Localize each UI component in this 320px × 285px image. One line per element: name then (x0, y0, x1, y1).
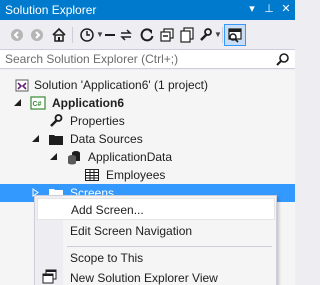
toolbar-separator (72, 27, 73, 43)
tree-node-label: Properties (70, 114, 125, 128)
expanded-arrow-icon[interactable] (31, 134, 40, 143)
pin-button[interactable]: ⊥ (261, 1, 277, 18)
forward-icon (31, 29, 43, 41)
refresh-icon (140, 28, 154, 42)
tree-node-label: Data Sources (70, 132, 143, 146)
menu-item-label: Scope to This (70, 251, 144, 265)
back-button[interactable] (8, 26, 26, 44)
tree-node-data-sources[interactable]: Data Sources (0, 130, 295, 148)
solution-icon (15, 79, 29, 92)
sync-arrows-icon (120, 29, 132, 41)
menu-item-label: Add Screen... (71, 203, 144, 217)
tree-node-application6[interactable]: C# Application6 (0, 94, 295, 112)
wrench-icon (50, 114, 63, 127)
pending-changes-filter-button[interactable] (78, 26, 96, 44)
menu-item-edit-screen-navigation[interactable]: Edit Screen Navigation (37, 220, 275, 242)
properties-button[interactable] (196, 26, 214, 44)
preview-selected-items-button[interactable] (224, 24, 246, 46)
menu-item-label: New Solution Explorer View (70, 271, 218, 285)
wrench-icon (200, 28, 212, 41)
tree-node-solution[interactable]: Solution 'Application6' (1 project) (0, 76, 295, 94)
home-icon (52, 27, 66, 42)
menu-item-label: Edit Screen Navigation (70, 224, 193, 238)
chevron-down-icon[interactable]: ▼ (214, 28, 222, 42)
folder-icon (49, 135, 63, 145)
search-box[interactable] (0, 49, 295, 69)
toolbar-separator (222, 27, 223, 43)
close-button[interactable]: ✕ (278, 1, 294, 18)
expanded-arrow-icon[interactable] (13, 98, 22, 107)
search-input[interactable] (0, 50, 270, 68)
tree-node-label: ApplicationData (88, 150, 173, 164)
refresh-button[interactable] (138, 26, 156, 44)
sync-button[interactable] (117, 26, 135, 44)
tree-node-label: Employees (106, 168, 166, 182)
svg-text:C#: C# (33, 101, 42, 108)
back-icon (11, 29, 23, 41)
csharp-project-icon: C# (30, 96, 46, 110)
stacked-windows-icon (160, 28, 174, 42)
tree-node-employees[interactable]: Employees (0, 166, 295, 184)
tree-node-label: Application6 (52, 96, 125, 110)
menu-item-new-solution-explorer-view[interactable]: New Solution Explorer View (37, 266, 275, 285)
dash-icon (105, 34, 115, 36)
tree-node-applicationdata[interactable]: ApplicationData (0, 148, 295, 166)
tree-node-properties[interactable]: Properties (0, 112, 295, 130)
menu-item-scope-to-this[interactable]: Scope to This (37, 244, 275, 266)
window-title: Solution Explorer (5, 3, 97, 17)
clock-icon (80, 28, 94, 42)
new-view-icon (42, 269, 57, 284)
preview-icon (228, 28, 242, 43)
dropdown-button[interactable]: ▾ (244, 1, 260, 18)
menu-item-add-screen[interactable]: Add Screen... (37, 198, 275, 220)
expanded-arrow-icon[interactable] (49, 152, 58, 161)
table-icon (85, 169, 99, 181)
collapse-button[interactable] (158, 26, 176, 44)
show-all-files-button[interactable] (178, 26, 196, 44)
forward-button[interactable] (28, 26, 46, 44)
title-bar: Solution Explorer ▾ ⊥ ✕ (0, 0, 295, 20)
tree-node-label: Solution 'Application6' (1 project) (34, 78, 209, 92)
context-menu: Add Screen... Edit Screen Navigation Sco… (34, 195, 277, 285)
search-icon[interactable] (276, 52, 290, 66)
files-icon (180, 27, 194, 43)
home-button[interactable] (50, 26, 68, 44)
database-icon (68, 151, 80, 165)
toolbar: ▼ ▼ (0, 21, 295, 49)
